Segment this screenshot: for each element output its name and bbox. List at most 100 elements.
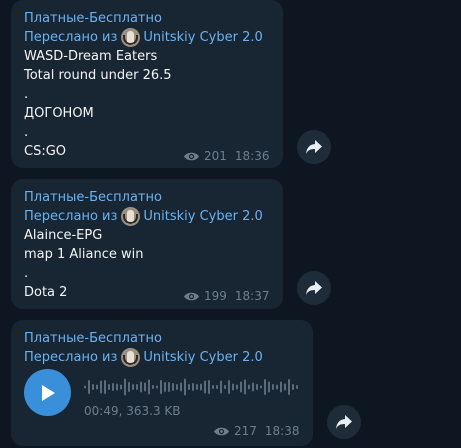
- waveform-bar: [232, 383, 234, 391]
- message-text-line: ДОГОНОМ: [24, 106, 94, 121]
- waveform-bar: [108, 384, 110, 390]
- message-time: 18:36: [234, 149, 270, 163]
- waveform-bar: [280, 381, 282, 393]
- waveform-bar: [288, 379, 290, 395]
- forwarded-prefix: Переслано из: [24, 209, 118, 224]
- waveform-bar: [92, 384, 94, 390]
- message-text-line: map 1 Aliance win: [24, 247, 144, 262]
- waveform-bar: [128, 382, 130, 392]
- waveform-bar: [276, 384, 278, 390]
- waveform-bar: [196, 384, 198, 390]
- view-count: 201: [204, 149, 227, 163]
- message-text-line: Alaince-EPG: [24, 228, 103, 243]
- eye-icon: [184, 152, 199, 160]
- waveform-bar: [124, 378, 126, 396]
- share-arrow-icon: [306, 281, 322, 295]
- waveform-bar: [152, 385, 154, 389]
- waveform-bar: [204, 380, 206, 394]
- channel-name[interactable]: Платные-Бесплатно: [24, 330, 162, 347]
- waveform-bar: [136, 384, 138, 390]
- forwarded-from[interactable]: Переслано из Unitskiy Cyber 2.0: [24, 207, 263, 226]
- waveform-bar: [248, 384, 250, 390]
- waveform-bar: [220, 380, 222, 394]
- waveform-bar: [244, 379, 246, 395]
- eye-icon: [214, 427, 229, 435]
- share-button[interactable]: [297, 271, 331, 305]
- voice-size: 363.3 KB: [126, 404, 181, 418]
- waveform-bar: [292, 384, 294, 390]
- waveform-bar: [168, 382, 170, 392]
- channel-avatar[interactable]: [121, 207, 141, 226]
- waveform-bar: [148, 379, 150, 395]
- waveform-bar: [240, 381, 242, 393]
- waveform-bar: [224, 385, 226, 389]
- waveform-bar: [236, 384, 238, 390]
- waveform-bar: [100, 380, 102, 394]
- waveform-bar: [216, 385, 218, 389]
- waveform-bar: [296, 385, 298, 389]
- share-button[interactable]: [327, 405, 361, 439]
- message-text-line: CS:GO: [24, 144, 67, 159]
- channel-avatar[interactable]: [121, 348, 141, 367]
- view-count: 217: [234, 424, 257, 438]
- waveform-bar: [164, 382, 166, 392]
- waveform-bar: [272, 384, 274, 390]
- message-text-line: Total round under 26.5: [24, 68, 172, 83]
- play-button[interactable]: [24, 369, 71, 416]
- message-meta: 217 18:38: [213, 424, 300, 438]
- channel-avatar[interactable]: [121, 28, 141, 47]
- waveform-bar: [268, 381, 270, 393]
- message-time: 18:38: [264, 424, 300, 438]
- share-arrow-icon: [336, 415, 352, 429]
- waveform-bar: [228, 380, 230, 394]
- message-bubble-2[interactable]: Платные-Бесплатно Переслано из Unitskiy …: [11, 179, 283, 309]
- message-text-line: Dota 2: [24, 285, 68, 300]
- waveform-bar: [256, 384, 258, 390]
- message-bubble-3[interactable]: Платные-Бесплатно Переслано из Unitskiy …: [11, 320, 313, 446]
- message-text-line: .: [24, 125, 29, 140]
- waveform-bar: [120, 384, 122, 390]
- waveform-bar: [172, 383, 174, 391]
- share-button[interactable]: [297, 130, 331, 164]
- waveform-bar: [192, 383, 194, 391]
- voice-duration: 00:49: [84, 404, 119, 418]
- waveform-bar: [284, 383, 286, 391]
- channel-name[interactable]: Платные-Бесплатно: [24, 189, 162, 206]
- waveform-bar: [132, 384, 134, 390]
- waveform-bar: [104, 380, 106, 394]
- message-text-line: WASD-Dream Eaters: [24, 49, 158, 64]
- waveform-bar: [212, 385, 214, 389]
- forwarded-prefix: Переслано из: [24, 30, 118, 45]
- play-icon: [41, 384, 55, 401]
- forwarded-source[interactable]: Unitskiy Cyber 2.0: [143, 29, 262, 46]
- message-bubble-1[interactable]: Платные-Бесплатно Переслано из Unitskiy …: [11, 0, 283, 168]
- waveform-bar: [88, 380, 90, 394]
- message-meta: 201 18:36: [183, 149, 270, 163]
- waveform-bar: [260, 385, 262, 389]
- channel-name[interactable]: Платные-Бесплатно: [24, 10, 162, 27]
- voice-info: 00:49, 363.3 KB: [84, 404, 181, 418]
- message-time: 18:37: [234, 289, 270, 303]
- waveform-bar: [180, 382, 182, 392]
- waveform-bar: [156, 385, 158, 389]
- waveform-bar: [188, 384, 190, 390]
- waveform-bar: [160, 380, 162, 394]
- waveform-bar: [140, 381, 142, 393]
- eye-icon: [184, 292, 199, 300]
- forwarded-from[interactable]: Переслано из Unitskiy Cyber 2.0: [24, 28, 263, 47]
- message-meta: 199 18:37: [183, 289, 270, 303]
- forwarded-prefix: Переслано из: [24, 350, 118, 365]
- view-count: 199: [204, 289, 227, 303]
- forwarded-source[interactable]: Unitskiy Cyber 2.0: [143, 208, 262, 225]
- waveform-bar: [176, 384, 178, 390]
- waveform-bar: [112, 383, 114, 391]
- share-arrow-icon: [306, 140, 322, 154]
- voice-waveform[interactable]: [84, 377, 302, 397]
- message-text-line: .: [24, 266, 29, 281]
- waveform-bar: [208, 380, 210, 394]
- forwarded-from[interactable]: Переслано из Unitskiy Cyber 2.0: [24, 348, 263, 367]
- waveform-bar: [96, 384, 98, 390]
- waveform-bar: [200, 383, 202, 391]
- forwarded-source[interactable]: Unitskiy Cyber 2.0: [143, 349, 262, 366]
- waveform-bar: [264, 379, 266, 395]
